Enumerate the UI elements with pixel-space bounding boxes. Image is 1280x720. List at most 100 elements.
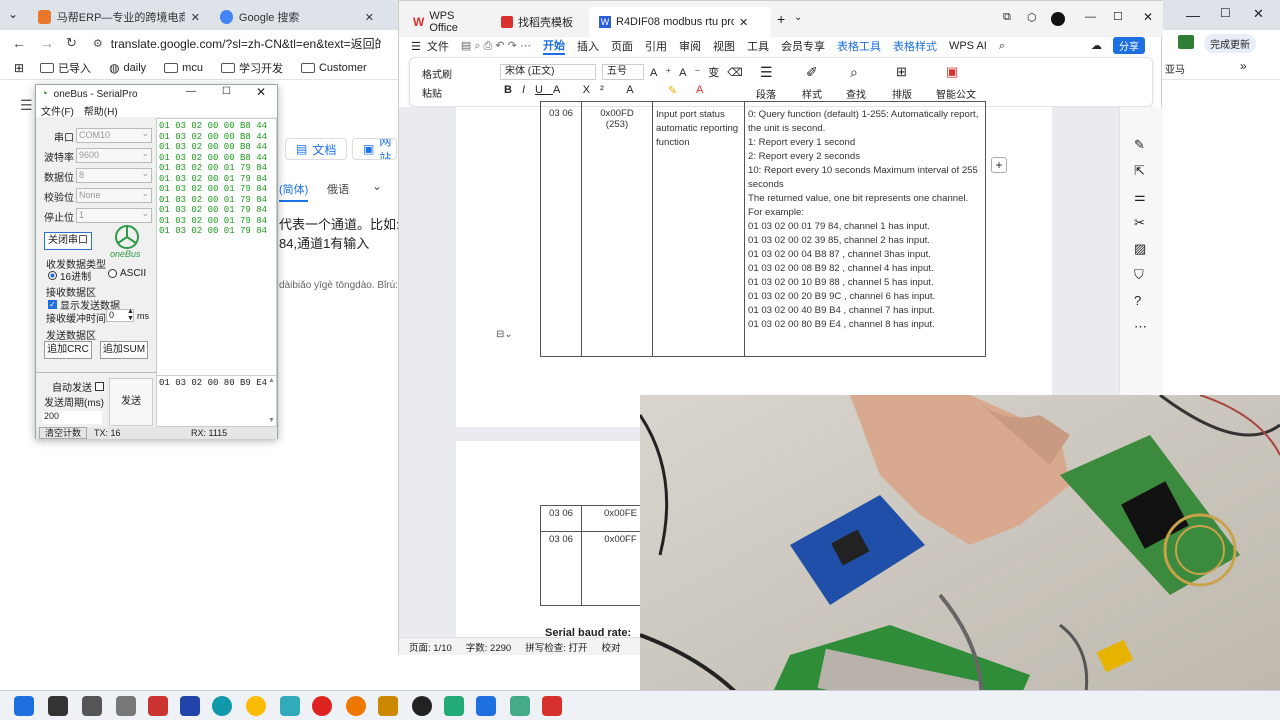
menu-page[interactable]: 页面	[611, 38, 633, 54]
find-button[interactable]: 查找	[846, 86, 866, 101]
font-color-icon[interactable]: A	[696, 84, 703, 96]
menu-help[interactable]: 帮助(H)	[84, 103, 118, 118]
search-icon[interactable]: ⌕	[999, 40, 1005, 53]
chrome-icon[interactable]	[246, 696, 266, 716]
bold-italic-underline-icons[interactable]: BIUA X² A	[504, 84, 644, 96]
baud-select[interactable]: 9600	[76, 147, 152, 163]
camera-icon[interactable]	[116, 696, 136, 716]
back-icon[interactable]: ←	[12, 35, 26, 51]
reload-icon[interactable]: ↻	[66, 35, 77, 51]
browser-tab-erp[interactable]: 马帮ERP—专业的跨境电商ERP ✕	[30, 4, 208, 30]
styles-icon[interactable]: ✐	[806, 64, 818, 81]
app-icon[interactable]	[180, 696, 200, 716]
websites-button[interactable]: ▣ 网站	[352, 138, 397, 160]
menu-review[interactable]: 审阅	[679, 38, 701, 54]
proofread[interactable]: 校对	[601, 640, 620, 654]
hamburger-icon[interactable]: ☰	[411, 40, 421, 53]
share-button[interactable]: 分享	[1113, 37, 1145, 54]
firefox-icon[interactable]	[346, 696, 366, 716]
paragraph-icon[interactable]: ☰	[760, 64, 773, 81]
auto-send-checkbox[interactable]: 自动发送	[52, 379, 104, 394]
tools-icon[interactable]: ✂	[1134, 215, 1148, 230]
forward-icon[interactable]: →	[40, 35, 54, 51]
close-window-icon[interactable]: ✕	[1253, 6, 1264, 22]
tab-simplified-chinese[interactable]: (简体)	[279, 181, 309, 202]
bookmark-folder[interactable]: Customer	[300, 62, 367, 74]
databits-select[interactable]: 8	[76, 167, 152, 183]
image-icon[interactable]: ▨	[1134, 241, 1148, 256]
close-icon[interactable]: ✕	[256, 85, 266, 99]
url-field[interactable]: translate.google.com/?sl=zh-CN&tl=en&tex…	[111, 35, 381, 52]
avatar[interactable]	[1051, 12, 1065, 26]
menu-icon[interactable]: ☰	[20, 97, 33, 114]
menu-table-tools[interactable]: 表格工具	[837, 38, 881, 54]
spinner-icon[interactable]: ▲ ▼	[127, 308, 134, 322]
stopbits-select[interactable]: 1	[76, 207, 152, 223]
window-layout-icon[interactable]: ⧉	[1003, 11, 1011, 24]
maximize-icon[interactable]: ☐	[1113, 10, 1123, 23]
minimize-icon[interactable]: —	[1085, 11, 1096, 23]
add-crc-button[interactable]: 追加CRC	[44, 341, 92, 359]
pen-icon[interactable]: ✎	[1134, 137, 1148, 152]
layout-icon[interactable]: ⊞	[896, 64, 907, 80]
font-size-icons[interactable]: A⁺A⁻变⌫	[650, 64, 751, 80]
tab-document[interactable]: W R4DIF08 modbus rtu proto ✕	[589, 7, 771, 37]
menu-file[interactable]: 文件(F)	[41, 103, 74, 118]
new-tab-icon[interactable]: +	[777, 11, 785, 27]
tx-data-area[interactable]: 01 03 02 00 80 B9 E4	[156, 375, 277, 427]
minimize-icon[interactable]: —	[186, 86, 196, 97]
tab-wps-office[interactable]: W WPS Office	[403, 7, 491, 37]
parity-select[interactable]: None	[76, 187, 152, 203]
menu-wps-ai[interactable]: WPS AI	[949, 40, 987, 52]
maximize-icon[interactable]: ☐	[1220, 6, 1231, 20]
hex-radio[interactable]: 16进制	[48, 268, 91, 283]
app-icon[interactable]	[148, 696, 168, 716]
styles-button[interactable]: 样式	[802, 86, 822, 101]
media-player-icon[interactable]	[412, 696, 432, 716]
paste-button[interactable]: 粘贴	[422, 85, 442, 100]
add-sum-button[interactable]: 追加SUM	[100, 341, 148, 359]
close-icon[interactable]: ✕	[739, 16, 748, 29]
app-icon[interactable]	[280, 696, 300, 716]
menu-references[interactable]: 引用	[645, 38, 667, 54]
bookmark-label[interactable]: 亚马	[1165, 61, 1185, 76]
menu-home[interactable]: 开始	[542, 37, 565, 55]
select-icon[interactable]: ⇱	[1134, 163, 1148, 178]
smart-doc-button[interactable]: 智能公文	[936, 86, 976, 101]
shirt-icon[interactable]: ⛉	[1134, 267, 1148, 282]
find-icon[interactable]: ⌕	[850, 64, 858, 81]
more-icon[interactable]: ⋯	[1134, 319, 1148, 334]
add-row-icon[interactable]: +	[991, 157, 1007, 173]
size-select[interactable]: 五号	[602, 64, 644, 80]
help-icon[interactable]: ?	[1134, 293, 1148, 308]
bookmark-folder[interactable]: ◍ daily	[109, 61, 146, 75]
chevron-down-icon[interactable]: ⌄	[372, 179, 382, 193]
extension-icon[interactable]	[1178, 35, 1194, 49]
cube-icon[interactable]: ⬡	[1027, 11, 1037, 24]
opera-icon[interactable]	[312, 696, 332, 716]
close-icon[interactable]: ✕	[1143, 10, 1153, 24]
clear-count-button[interactable]: 清空计数	[39, 427, 88, 439]
scroll-down-icon[interactable]: ▼	[268, 417, 275, 424]
menu-member[interactable]: 会员专享	[781, 38, 825, 54]
close-icon[interactable]: ✕	[191, 11, 200, 24]
update-button[interactable]: 完成更新	[1204, 34, 1256, 53]
cloud-icon[interactable]: ☁	[1091, 39, 1102, 52]
tab-russian[interactable]: 俄语	[327, 181, 349, 197]
highlight-icon[interactable]: ✎	[668, 84, 677, 97]
app-icon[interactable]	[510, 696, 530, 716]
send-period-input[interactable]: 200	[42, 411, 102, 424]
ascii-radio[interactable]: ASCII	[108, 268, 146, 279]
more-bookmarks-icon[interactable]: »	[1240, 59, 1247, 73]
port-select[interactable]: COM10	[76, 127, 152, 143]
menu-file[interactable]: 文件	[427, 38, 449, 54]
tab-list-chevron-icon[interactable]: ⌄	[8, 7, 18, 21]
maximize-icon[interactable]: ☐	[222, 86, 231, 97]
close-port-button[interactable]: 关闭串口	[44, 232, 92, 250]
browser-tab-google[interactable]: Google 搜索 ✕	[212, 4, 382, 30]
adjust-icon[interactable]: ⚌	[1134, 189, 1148, 204]
spell-check[interactable]: 拼写检查: 打开	[525, 640, 587, 654]
site-info-icon[interactable]: ⚙	[93, 37, 103, 50]
quick-toolbar-icons[interactable]: ▤ ⌕ ⎙ ↶ ↷ ⋯	[461, 39, 531, 53]
smart-doc-icon[interactable]: ▣	[946, 64, 958, 80]
